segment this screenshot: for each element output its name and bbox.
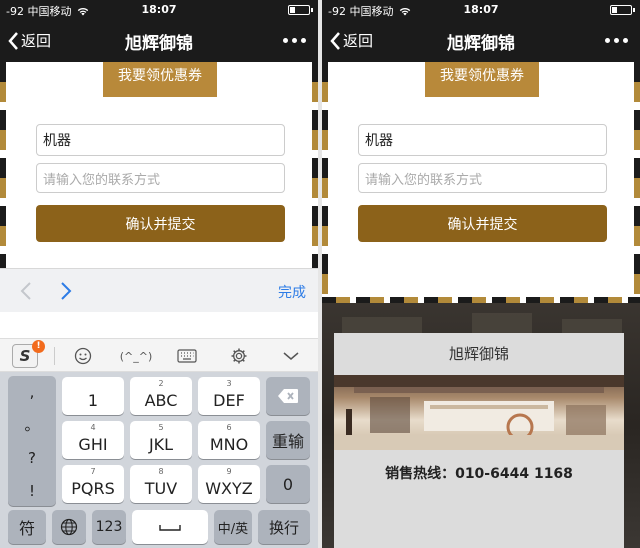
chevron-right-icon[interactable] [60,281,72,301]
punct-key[interactable]: ? [8,442,56,474]
status-time: 18:07 [463,3,499,16]
battery-icon [610,5,635,15]
name-field[interactable]: 机器 [358,124,607,156]
key-9[interactable]: 9 WXYZ [198,465,260,503]
status-time: 18:07 [141,3,177,16]
submit-button[interactable]: 确认并提交 [358,205,607,242]
key-5[interactable]: 5 JKL [130,421,192,459]
ime-toolbar: S ! (^_^) [0,338,318,372]
contact-field[interactable]: 请输入您的联系方式 [358,163,607,193]
keyboard-gap [0,312,318,338]
back-button[interactable]: 返回 [8,30,51,51]
nav-bar: 返回 旭辉御锦 [322,20,640,62]
back-label: 返回 [343,32,374,50]
numeric-key[interactable]: 123 [92,510,126,544]
project-card: 旭辉御锦 销售热线：010-6444 1168 [334,333,624,548]
coupon-button[interactable]: 我要领优惠券 [103,62,217,97]
submit-button[interactable]: 确认并提交 [36,205,285,242]
space-key[interactable] [132,510,208,544]
chevron-left-icon [8,31,18,50]
status-bar: -92 中国移动 18:07 [322,0,640,20]
zero-key[interactable]: 0 [266,465,310,503]
back-label: 返回 [21,32,52,50]
settings-gear-icon[interactable] [228,345,250,367]
globe-icon [60,518,78,536]
battery-icon [288,5,313,15]
language-switch-key[interactable]: 中/英 [214,510,252,544]
interior-photo [334,375,624,450]
name-field[interactable]: 机器 [36,124,285,156]
left-border-stripe [322,62,328,297]
collapse-keyboard-icon[interactable] [280,345,302,367]
punct-key[interactable]: 。 [8,409,56,441]
notification-badge: ! [32,340,45,353]
space-icon [159,525,181,531]
left-screen: -92 中国移动 18:07 返回 旭辉御锦 我要领优惠券 机器 请输入您的联系… [0,0,318,548]
emoji-icon[interactable] [72,345,94,367]
backspace-icon [278,389,298,403]
punct-key[interactable]: , [8,376,56,408]
left-border-stripe [0,62,6,268]
right-screen: -92 中国移动 18:07 返回 旭辉御锦 我要领优惠券 机器 请输入您的联系… [322,0,640,548]
punct-key[interactable]: ! [8,475,56,507]
delete-key[interactable] [266,377,310,415]
emoticon-button[interactable]: (^_^) [118,345,154,367]
symbol-key[interactable]: 符 [8,510,46,544]
key-7[interactable]: 7 PQRS [62,465,124,503]
back-button[interactable]: 返回 [330,30,373,51]
punctuation-column: , 。 ? ! [8,376,56,506]
right-border-stripe [634,62,640,297]
nav-bar: 返回 旭辉御锦 [0,20,318,62]
status-bar: -92 中国移动 18:07 [0,0,318,20]
t9-keyboard: , 。 ? ! 1 2 ABC 3 DEF 4 GHI 5 JKL 6 MNO 重输 7P… [0,372,318,548]
chevron-left-icon[interactable] [20,281,32,301]
globe-key[interactable] [52,510,86,544]
key-3[interactable]: 3 DEF [198,377,260,415]
coupon-button[interactable]: 我要领优惠券 [425,62,539,97]
key-8[interactable]: 8 TUV [130,465,192,503]
enter-key[interactable]: 换行 [258,510,310,544]
keyboard-accessory-bar: 完成 [0,268,318,312]
reenter-key[interactable]: 重输 [266,421,310,459]
promo-section: 旭辉御锦 销售热线：010-6444 1168 [322,297,640,548]
keyboard-icon[interactable] [176,345,198,367]
more-menu-button[interactable] [605,38,628,43]
key-2[interactable]: 2 ABC [130,377,192,415]
more-menu-button[interactable] [283,38,306,43]
key-1[interactable]: 1 [62,377,124,415]
key-4[interactable]: 4 GHI [62,421,124,459]
key-6[interactable]: 6 MNO [198,421,260,459]
card-title: 旭辉御锦 [448,345,509,363]
chevron-left-icon [330,31,340,50]
done-button[interactable]: 完成 [278,282,306,302]
sales-hotline: 销售热线：010-6444 1168 [385,466,573,482]
contact-field[interactable]: 请输入您的联系方式 [36,163,285,193]
